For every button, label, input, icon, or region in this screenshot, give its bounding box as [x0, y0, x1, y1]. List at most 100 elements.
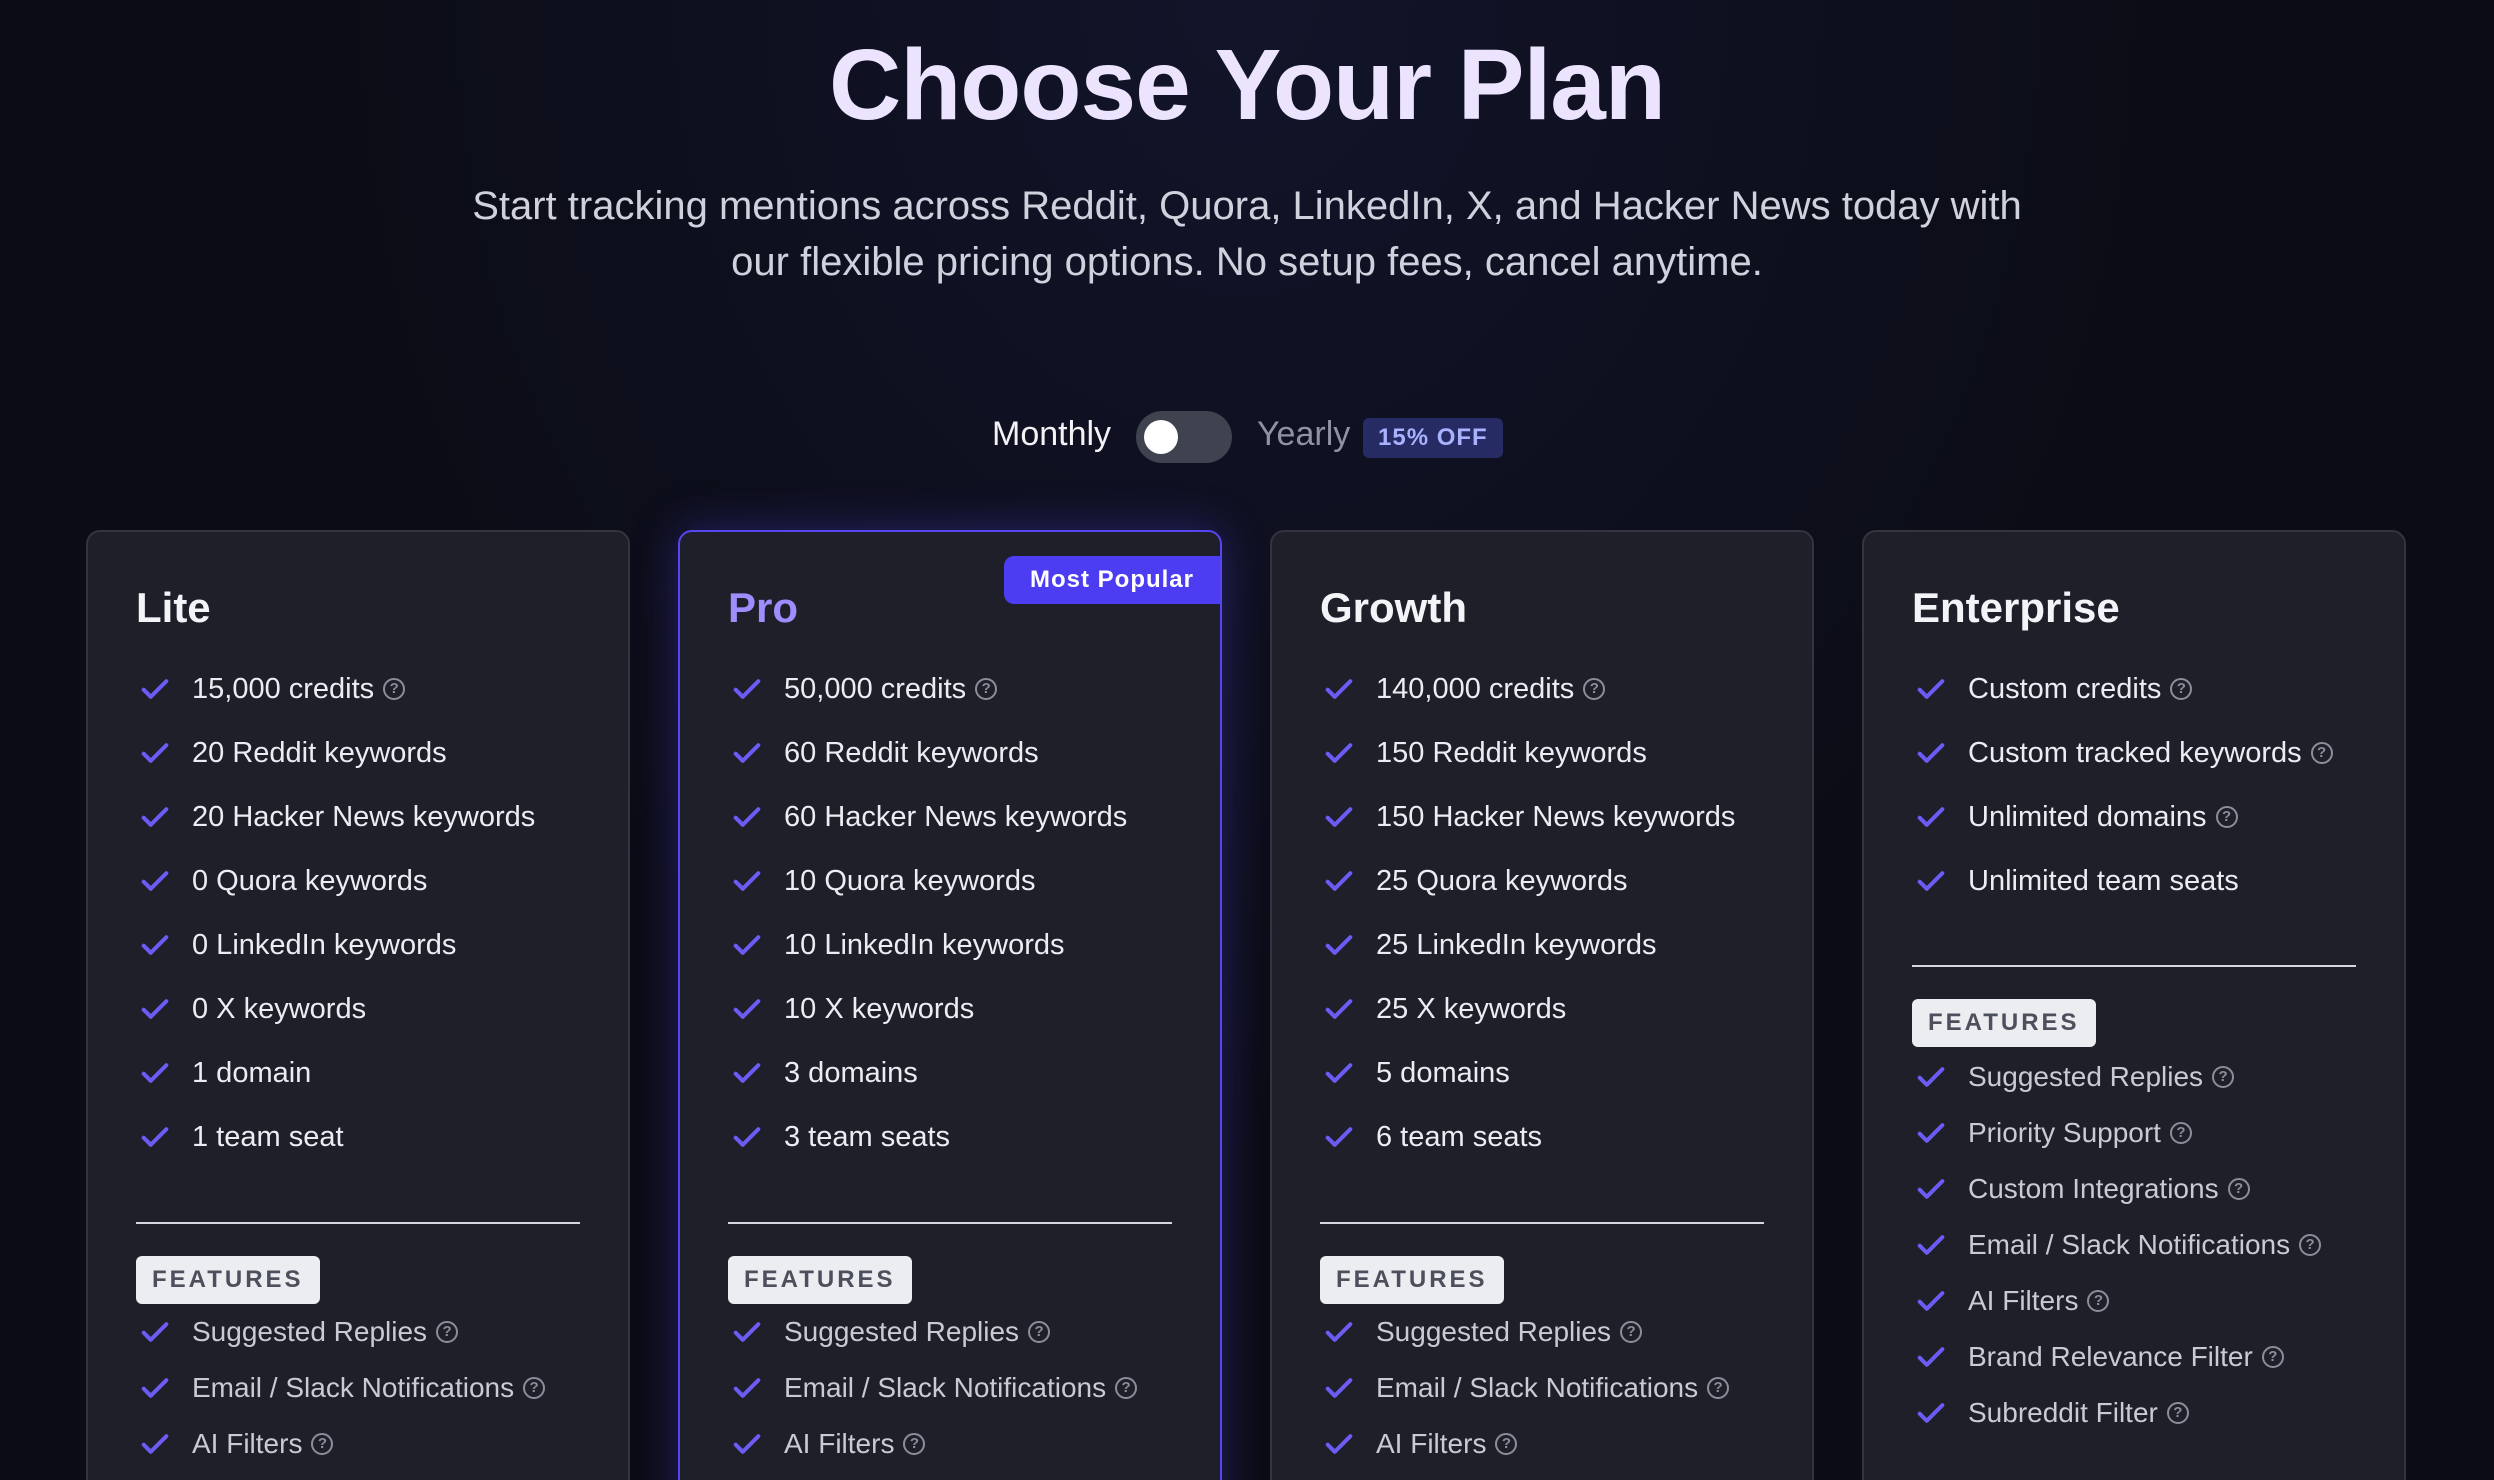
list-item-text: Suggested Replies [784, 1316, 1020, 1347]
help-circle-icon[interactable]: ? [2166, 1402, 2189, 1424]
help-circle-icon[interactable]: ? [311, 1433, 334, 1455]
check-icon [1917, 679, 1945, 699]
help-circle-icon[interactable]: ? [2299, 1234, 2322, 1256]
check-icon [141, 1063, 169, 1083]
features-label: FEATURES [1912, 999, 2096, 1047]
list-item: AI Filters? [730, 1416, 1200, 1472]
yearly-label[interactable]: Yearly [1257, 415, 1350, 454]
list-item: 1 domain [138, 1041, 608, 1105]
check-icon [733, 1322, 761, 1342]
plan-name: Pro [728, 584, 799, 631]
plan-card-pro: Most Popular Pro 50,000 credits? 60 Reddi… [678, 530, 1222, 1480]
list-item-text: 6 team seats [1376, 1120, 1543, 1153]
list-item: Suggested Replies? [730, 1304, 1200, 1360]
list-item-text: 10 LinkedIn keywords [784, 928, 1065, 961]
list-item-text: Suggested Replies [1968, 1061, 2204, 1092]
check-icon [1917, 1403, 1945, 1423]
list-item: Custom tracked keywords? [1914, 721, 2384, 785]
help-circle-icon[interactable]: ? [1620, 1321, 1643, 1343]
list-item: Suggested Replies? [1914, 1049, 2384, 1105]
help-circle-icon[interactable]: ? [1707, 1377, 1730, 1399]
help-circle-icon[interactable]: ? [2212, 1066, 2235, 1088]
help-circle-icon[interactable]: ? [2169, 1122, 2192, 1144]
list-item-text: 0 Quora keywords [192, 864, 428, 897]
list-item-text: 1 team seat [192, 1120, 344, 1153]
list-item: 6 team seats [1322, 1105, 1792, 1169]
check-icon [733, 1063, 761, 1083]
features-label: FEATURES [136, 1256, 320, 1304]
list-item-text: Priority Support [1968, 1117, 2161, 1148]
list-item-text: 150 Reddit keywords [1376, 736, 1647, 769]
subtitle-line-2: our flexible pricing options. No setup f… [731, 240, 1763, 284]
most-popular-badge: Most Popular [1003, 556, 1220, 604]
check-icon [1917, 1067, 1945, 1087]
list-item-text: Email / Slack Notifications [784, 1372, 1107, 1403]
help-circle-icon[interactable]: ? [523, 1377, 546, 1399]
list-item-text: 25 X keywords [1376, 992, 1567, 1025]
list-item-text: 25 Quora keywords [1376, 864, 1628, 897]
list-item: Custom Integrations? [1914, 1161, 2384, 1217]
help-circle-icon[interactable]: ? [2087, 1290, 2110, 1312]
plan-card-lite: Lite 15,000 credits? 20 Reddit keywords 20… [86, 530, 630, 1480]
help-circle-icon[interactable]: ? [2170, 678, 2193, 700]
list-item: 10 X keywords [730, 977, 1200, 1041]
check-icon [733, 999, 761, 1019]
divider [1912, 965, 2356, 967]
list-item: 0 X keywords [138, 977, 608, 1041]
billing-toggle[interactable] [1136, 411, 1232, 463]
list-item: Email / Slack Notifications? [1322, 1360, 1792, 1416]
plan-features-list: Suggested Replies? Email / Slack Notifica… [138, 1304, 608, 1472]
help-circle-icon[interactable]: ? [436, 1321, 459, 1343]
list-item: Email / Slack Notifications? [138, 1360, 608, 1416]
divider [1320, 1222, 1764, 1224]
help-circle-icon[interactable]: ? [2261, 1346, 2284, 1368]
check-icon [1325, 1378, 1353, 1398]
help-circle-icon[interactable]: ? [975, 678, 998, 700]
list-item-text: 0 LinkedIn keywords [192, 928, 457, 961]
check-icon [733, 935, 761, 955]
list-item-text: Email / Slack Notifications [1968, 1229, 2291, 1260]
plan-card-growth: Growth 140,000 credits? 150 Reddit keywor… [1270, 530, 1814, 1480]
check-icon [141, 935, 169, 955]
list-item: Suggested Replies? [1322, 1304, 1792, 1360]
list-item-text: AI Filters [1968, 1285, 2079, 1316]
list-item-text: 60 Reddit keywords [784, 736, 1039, 769]
plan-limits-list: 15,000 credits? 20 Reddit keywords 20 Hack… [138, 657, 608, 1169]
help-circle-icon[interactable]: ? [2227, 1178, 2250, 1200]
check-icon [733, 679, 761, 699]
list-item-text: Email / Slack Notifications [1376, 1372, 1699, 1403]
help-circle-icon[interactable]: ? [2310, 742, 2333, 764]
check-icon [1325, 1127, 1353, 1147]
list-item-text: 150 Hacker News keywords [1376, 800, 1736, 833]
list-item: 3 team seats [730, 1105, 1200, 1169]
check-icon [141, 807, 169, 827]
help-circle-icon[interactable]: ? [1495, 1433, 1518, 1455]
check-icon [141, 1322, 169, 1342]
list-item-text: Suggested Replies [1376, 1316, 1612, 1347]
list-item-text: 3 domains [784, 1056, 918, 1089]
check-icon [733, 1378, 761, 1398]
help-circle-icon[interactable]: ? [2215, 806, 2238, 828]
discount-badge: 15% OFF [1363, 418, 1503, 458]
list-item: 20 Hacker News keywords [138, 785, 608, 849]
help-circle-icon[interactable]: ? [383, 678, 406, 700]
help-circle-icon[interactable]: ? [1583, 678, 1606, 700]
list-item: Custom credits? [1914, 657, 2384, 721]
list-item-text: Custom tracked keywords [1968, 736, 2302, 769]
help-circle-icon[interactable]: ? [1028, 1321, 1051, 1343]
list-item-text: Suggested Replies [192, 1316, 428, 1347]
help-circle-icon[interactable]: ? [903, 1433, 926, 1455]
check-icon [733, 1127, 761, 1147]
monthly-label[interactable]: Monthly [992, 415, 1111, 454]
list-item: 10 Quora keywords [730, 849, 1200, 913]
check-icon [1325, 679, 1353, 699]
list-item: 60 Reddit keywords [730, 721, 1200, 785]
help-circle-icon[interactable]: ? [1115, 1377, 1138, 1399]
list-item: Unlimited team seats [1914, 849, 2384, 913]
list-item-text: 10 X keywords [784, 992, 975, 1025]
list-item-text: 20 Hacker News keywords [192, 800, 536, 833]
plan-features-list: Suggested Replies? Priority Support? Custo… [1914, 1049, 2384, 1441]
plan-limits-list: 140,000 credits? 150 Reddit keywords 150 H… [1322, 657, 1792, 1169]
list-item-text: 60 Hacker News keywords [784, 800, 1128, 833]
check-icon [1917, 1123, 1945, 1143]
